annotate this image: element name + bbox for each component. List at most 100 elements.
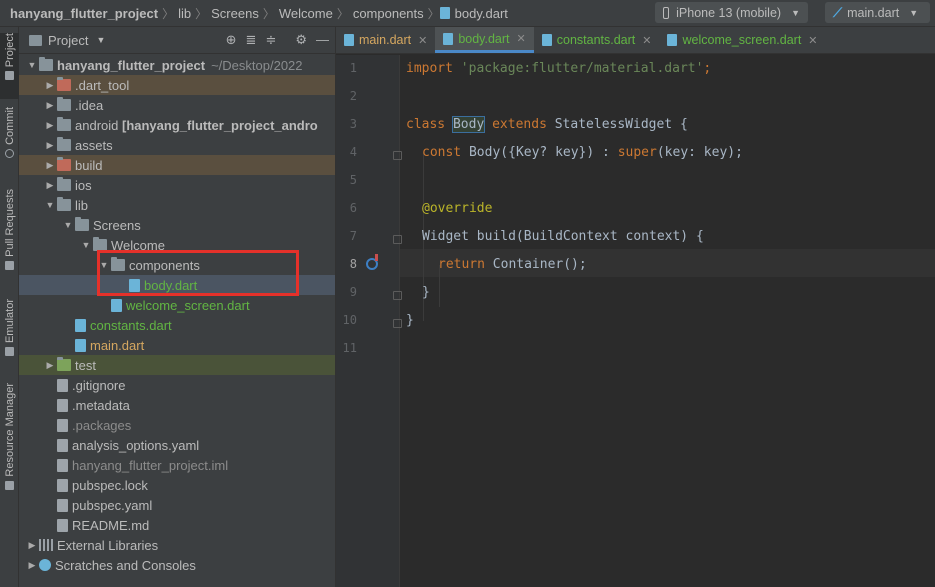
tree-folder-row[interactable]: ▶ test xyxy=(19,355,335,375)
tree-item-label: hanyang_flutter_project.iml xyxy=(72,457,229,473)
library-icon xyxy=(39,539,53,551)
run-config-selector[interactable]: ⟋ main.dart ▼ xyxy=(825,2,930,23)
fold-marker-icon[interactable] xyxy=(393,319,402,328)
chevron-right-icon[interactable]: ▶ xyxy=(25,540,39,551)
file-icon xyxy=(57,518,68,532)
tree-item-label: README.md xyxy=(72,517,150,533)
tree-file-row[interactable]: README.md xyxy=(19,515,335,535)
breadcrumb-screens[interactable]: Screens xyxy=(207,6,263,21)
tree-folder-row[interactable]: ▶ .idea xyxy=(19,95,335,115)
tree-file-row[interactable]: constants.dart xyxy=(19,315,335,335)
gear-icon[interactable]: ⚙ xyxy=(295,32,307,48)
close-icon[interactable]: ✕ xyxy=(642,34,651,47)
tree-file-row[interactable]: pubspec.lock xyxy=(19,475,335,495)
editor-tab-label: body.dart xyxy=(458,31,510,46)
tree-folder-row[interactable]: ▼ hanyang_flutter_project ~/Desktop/2022 xyxy=(19,55,335,75)
hide-panel-icon[interactable]: — xyxy=(316,32,329,48)
close-icon[interactable]: ✕ xyxy=(808,34,817,47)
tool-tab-label: Commit xyxy=(3,107,16,145)
collapse-all-icon[interactable]: ≣ xyxy=(246,32,257,48)
tree-file-row[interactable]: ▶ External Libraries xyxy=(19,535,335,555)
editor-tab-bar: main.dart ✕ body.dart ✕ constants.dart ✕ welco… xyxy=(336,27,935,54)
editor-tab[interactable]: constants.dart ✕ xyxy=(534,27,660,53)
device-selector[interactable]: iPhone 13 (mobile) ▼ xyxy=(655,2,808,23)
line-number: 1 xyxy=(349,61,357,75)
code-line-4: const Body({Key? key}) : super(key: key)… xyxy=(422,145,743,160)
tree-file-row[interactable]: hanyang_flutter_project.iml xyxy=(19,455,335,475)
tree-folder-row[interactable]: ▼ Screens xyxy=(19,215,335,235)
chevron-down-icon[interactable]: ▼ xyxy=(25,60,39,70)
fold-marker-icon[interactable] xyxy=(393,151,402,160)
editor-tab[interactable]: body.dart ✕ xyxy=(435,27,534,53)
folder-icon xyxy=(57,357,71,371)
tree-item-label: Scratches and Consoles xyxy=(55,557,196,573)
tool-tab-resource-manager[interactable]: Resource Manager xyxy=(0,383,19,501)
tree-item-label: .packages xyxy=(72,417,132,433)
file-icon xyxy=(57,498,68,512)
chevron-down-icon[interactable]: ▼ xyxy=(79,240,93,250)
chevron-right-icon[interactable]: ▶ xyxy=(25,560,39,571)
folder-icon xyxy=(29,34,42,46)
chevron-down-icon[interactable]: ▼ xyxy=(96,35,105,45)
emulator-icon xyxy=(5,347,14,357)
tree-file-row[interactable]: ▶ Scratches and Consoles xyxy=(19,555,335,575)
chevron-right-icon[interactable]: ▶ xyxy=(43,160,57,171)
line-number: 5 xyxy=(349,173,357,187)
chevron-right-icon[interactable]: ▶ xyxy=(43,100,57,111)
dart-file-icon xyxy=(75,338,86,352)
editor-tab[interactable]: main.dart ✕ xyxy=(336,27,435,53)
tool-tab-emulator[interactable]: Emulator xyxy=(0,299,19,363)
fold-marker-icon[interactable] xyxy=(393,235,402,244)
folder-icon xyxy=(57,77,71,91)
tree-file-row[interactable]: .metadata xyxy=(19,395,335,415)
tool-tab-commit[interactable]: Commit xyxy=(0,107,19,167)
breadcrumb-welcome[interactable]: Welcome xyxy=(275,6,337,21)
tool-tab-project[interactable]: Project xyxy=(0,33,19,99)
breadcrumb-components[interactable]: components xyxy=(349,6,428,21)
tree-folder-row[interactable]: ▶ ios xyxy=(19,175,335,195)
tool-tab-pull-requests[interactable]: Pull Requests xyxy=(0,189,19,289)
tree-file-row[interactable]: .packages xyxy=(19,415,335,435)
tool-tab-label: Resource Manager xyxy=(3,383,16,477)
chevron-right-icon[interactable]: ▶ xyxy=(43,360,57,371)
tree-folder-row[interactable]: ▼ components xyxy=(19,255,335,275)
chevron-down-icon[interactable]: ▼ xyxy=(97,260,111,270)
editor-tab[interactable]: welcome_screen.dart ✕ xyxy=(659,27,825,53)
tree-file-row[interactable]: .gitignore xyxy=(19,375,335,395)
tree-file-row[interactable]: analysis_options.yaml xyxy=(19,435,335,455)
tree-folder-row[interactable]: ▶ assets xyxy=(19,135,335,155)
override-marker-icon[interactable] xyxy=(366,254,378,270)
chevron-right-icon[interactable]: ▶ xyxy=(43,80,57,91)
tree-file-row[interactable]: body.dart xyxy=(19,275,335,295)
chevron-right-icon[interactable]: ▶ xyxy=(43,140,57,151)
project-panel-title[interactable]: Project xyxy=(48,33,88,48)
breadcrumb-project[interactable]: hanyang_flutter_project xyxy=(6,6,162,21)
tree-item-label: ios xyxy=(75,177,92,193)
breadcrumb-lib[interactable]: lib xyxy=(174,6,195,21)
chevron-right-icon[interactable]: ▶ xyxy=(43,180,57,191)
chevron-right-icon[interactable]: ▶ xyxy=(43,120,57,131)
tree-file-row[interactable]: main.dart xyxy=(19,335,335,355)
line-number: 6 xyxy=(349,201,357,215)
tree-folder-row[interactable]: ▶ .dart_tool xyxy=(19,75,335,95)
line-number: 10 xyxy=(342,313,357,327)
chevron-down-icon[interactable]: ▼ xyxy=(43,200,57,210)
breadcrumb-file[interactable]: body.dart xyxy=(455,6,512,21)
tree-folder-row[interactable]: ▶ android [hanyang_flutter_project_andro xyxy=(19,115,335,135)
close-icon[interactable]: ✕ xyxy=(418,34,427,47)
chevron-down-icon[interactable]: ▼ xyxy=(61,220,75,230)
tree-folder-row[interactable]: ▼ lib xyxy=(19,195,335,215)
tree-folder-row[interactable]: ▼ Welcome xyxy=(19,235,335,255)
locate-file-icon[interactable]: ⊕ xyxy=(226,32,237,48)
code-line-3: class Body extends StatelessWidget { xyxy=(406,116,688,133)
dart-file-icon xyxy=(439,7,450,19)
tree-file-row[interactable]: welcome_screen.dart xyxy=(19,295,335,315)
tree-folder-row[interactable]: ▶ build xyxy=(19,155,335,175)
expand-all-icon[interactable]: ≑ xyxy=(265,32,276,48)
chevron-down-icon: ▼ xyxy=(909,7,919,18)
breadcrumb-separator: 〉 xyxy=(336,6,349,21)
editor-tab-label: welcome_screen.dart xyxy=(682,33,802,47)
fold-marker-icon[interactable] xyxy=(393,291,402,300)
close-icon[interactable]: ✕ xyxy=(517,32,526,45)
tree-file-row[interactable]: pubspec.yaml xyxy=(19,495,335,515)
